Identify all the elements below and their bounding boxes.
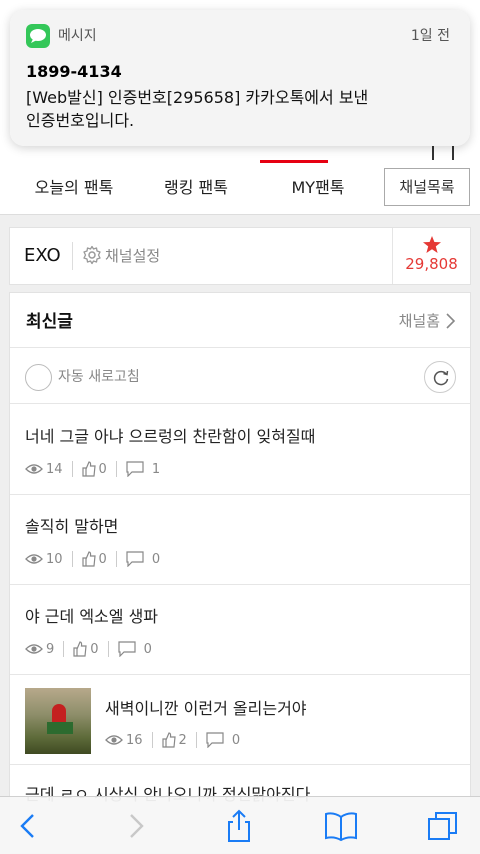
- tab-ranking-fantalk[interactable]: 랭킹 팬톡: [136, 160, 256, 215]
- messages-app-icon: [26, 24, 50, 48]
- tab-today-fantalk[interactable]: 오늘의 팬톡: [14, 160, 134, 215]
- post-meta: 16 2 0: [105, 731, 240, 749]
- list-item[interactable]: 솔직히 말하면 10 0 0: [10, 495, 470, 585]
- eye-icon: [25, 644, 43, 654]
- channel-bar: EXO 채널설정 29,808: [9, 227, 471, 285]
- auto-refresh-checkbox[interactable]: [25, 364, 52, 391]
- post-meta: 10 0 0: [25, 550, 160, 568]
- share-icon[interactable]: [222, 809, 256, 843]
- eye-icon: [25, 554, 43, 564]
- like-count: 0: [98, 461, 107, 477]
- back-icon[interactable]: [12, 809, 46, 843]
- like-count: 2: [178, 732, 187, 748]
- refresh-row: 자동 새로고침: [10, 349, 470, 404]
- notification-time: 1일 전: [410, 28, 450, 44]
- notification-app-name: 메시지: [58, 28, 97, 44]
- channel-home-link[interactable]: 채널홈: [399, 293, 440, 349]
- view-count: 14: [46, 461, 63, 477]
- refresh-button[interactable]: [424, 361, 456, 393]
- forward-icon[interactable]: [118, 809, 152, 843]
- bookmarks-icon[interactable]: [324, 809, 358, 843]
- star-button[interactable]: 29,808: [392, 228, 470, 284]
- comment-count: 0: [231, 732, 241, 748]
- divider: [72, 242, 73, 270]
- post-title[interactable]: 너네 그글 아냐 으르렁의 찬란함이 잊혀질때: [25, 423, 315, 447]
- post-thumbnail[interactable]: [25, 688, 91, 754]
- post-title[interactable]: 야 근데 엑소엘 생파: [25, 603, 158, 627]
- eye-icon: [25, 464, 43, 474]
- channel-list-button[interactable]: 채널목록: [384, 168, 470, 206]
- eye-icon: [105, 735, 123, 745]
- browser-toolbar: [0, 796, 480, 854]
- speech-bubble-icon: [30, 29, 46, 43]
- notification-banner[interactable]: 메시지 1일 전 1899-4134 [Web발신] 인증번호[295658] …: [10, 10, 470, 146]
- notification-body-line: 인증번호입니다.: [26, 111, 135, 130]
- view-count: 16: [126, 732, 143, 748]
- view-count: 9: [46, 641, 55, 657]
- gear-icon[interactable]: [82, 245, 102, 265]
- notification-body-line: [Web발신] 인증번호[295658] 카카오톡에서 보낸: [26, 88, 369, 107]
- tab-my-fantalk[interactable]: MY팬톡: [258, 160, 378, 215]
- comment-icon: [117, 641, 136, 657]
- view-count: 10: [46, 551, 63, 567]
- latest-title: 최신글: [26, 312, 73, 332]
- star-icon: [422, 236, 441, 253]
- tabs-icon[interactable]: [426, 809, 460, 843]
- list-item[interactable]: 너네 그글 아냐 으르렁의 찬란함이 잊혀질때 14 0 1: [10, 405, 470, 495]
- auto-refresh-label: 자동 새로고침: [58, 369, 140, 385]
- comment-count: 0: [143, 641, 152, 657]
- refresh-icon: [433, 370, 449, 386]
- latest-header: 최신글 채널홈: [10, 293, 470, 348]
- latest-posts-card: 최신글 채널홈 자동 새로고침 너네 그글 아냐 으르렁의 찬란함이 잊혀질때 …: [9, 292, 471, 854]
- comment-count: 1: [151, 461, 161, 477]
- thumbs-up-icon: [81, 551, 96, 567]
- post-title[interactable]: 솔직히 말하면: [25, 513, 118, 537]
- post-title[interactable]: 새벽이니깐 이런거 올리는거야: [105, 695, 307, 719]
- comment-count: 0: [151, 551, 161, 567]
- thumbs-up-icon: [73, 641, 87, 657]
- like-count: 0: [90, 641, 99, 657]
- comment-icon: [126, 551, 144, 567]
- channel-name[interactable]: EXO: [24, 228, 61, 284]
- notification-body: [Web발신] 인증번호[295658] 카카오톡에서 보낸 인증번호입니다.: [26, 86, 456, 132]
- thumbs-up-icon: [161, 732, 176, 748]
- comment-icon: [126, 461, 144, 477]
- comment-icon: [206, 732, 224, 748]
- star-count: 29,808: [405, 255, 458, 273]
- list-item[interactable]: 새벽이니깐 이런거 올리는거야 16 2 0: [10, 675, 470, 765]
- list-item[interactable]: 야 근데 엑소엘 생파 9 0 0: [10, 585, 470, 675]
- post-meta: 14 0 1: [25, 460, 160, 478]
- nav-tabs: 오늘의 팬톡 랭킹 팬톡 MY팬톡 채널목록: [0, 160, 480, 215]
- thumbs-up-icon: [81, 461, 96, 477]
- chevron-right-icon[interactable]: [444, 313, 456, 329]
- channel-settings-link[interactable]: 채널설정: [105, 228, 160, 284]
- post-meta: 9 0 0: [25, 640, 152, 658]
- like-count: 0: [98, 551, 107, 567]
- notification-sender: 1899-4134: [26, 62, 122, 81]
